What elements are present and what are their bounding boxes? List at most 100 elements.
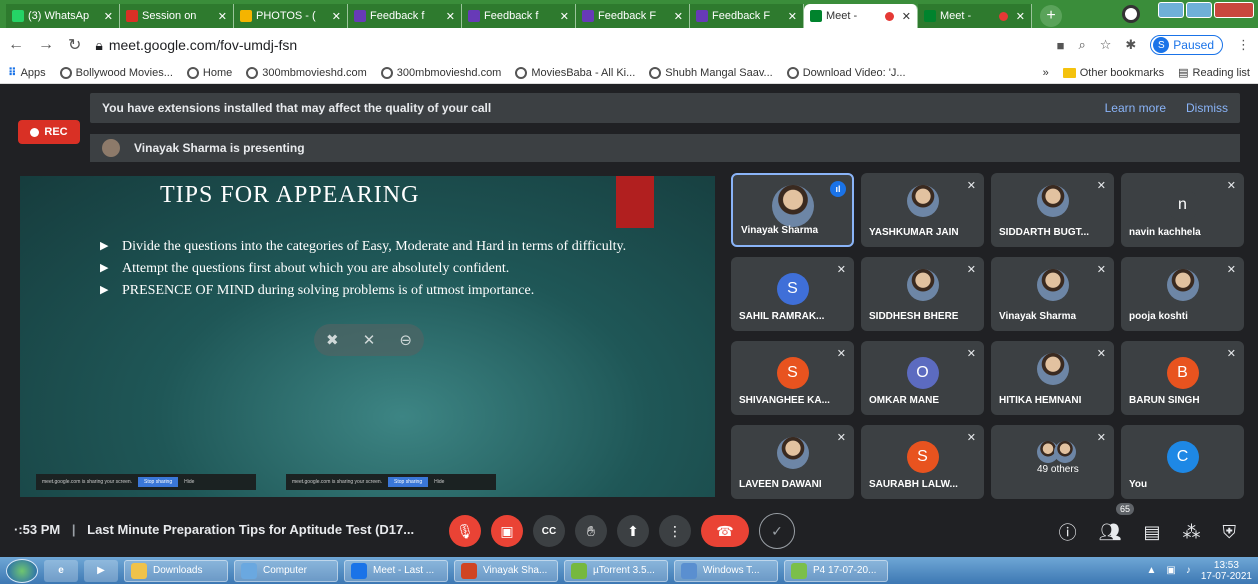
browser-tab[interactable]: (3) WhatsAp ✕ [6, 4, 120, 28]
media-player-icon[interactable]: ▶ [84, 559, 118, 582]
reading-list[interactable]: ▤ Reading list [1178, 66, 1250, 80]
hide-button[interactable]: Hide [434, 479, 444, 485]
clock[interactable]: 13:53 17-07-2021 [1201, 560, 1252, 582]
taskbar-item[interactable]: µTorrent 3.5... [564, 559, 668, 582]
pin-icon[interactable]: ✖ [326, 331, 339, 349]
forward-icon[interactable]: → [38, 36, 54, 54]
participant-tile[interactable]: O ✕ OMKAR MANE [861, 341, 984, 415]
leave-call-button[interactable]: ☎︎ [701, 515, 749, 547]
remove-icon[interactable]: ⊖ [399, 331, 412, 349]
browser-tab[interactable]: Feedback f ✕ [462, 4, 576, 28]
participant-tile[interactable]: ✕ pooja koshti [1121, 257, 1244, 331]
chat-icon[interactable]: ▤ [1143, 522, 1160, 543]
tab-close-icon[interactable]: ✕ [902, 10, 911, 23]
reload-icon[interactable]: ↻ [68, 35, 81, 55]
volume-icon[interactable]: ♪ [1186, 565, 1191, 576]
participant-tile[interactable]: n ✕ navin kachhela [1121, 173, 1244, 247]
present-button[interactable]: ⬆ [617, 515, 649, 547]
bookmark-item[interactable]: Home [186, 66, 232, 79]
meeting-info[interactable]: ·:53 PM | Last Minute Preparation Tips f… [14, 522, 414, 537]
bookmark-apps[interactable]: ⠿ Apps [8, 66, 46, 80]
browser-tab[interactable]: Feedback F ✕ [576, 4, 690, 28]
participant-tile[interactable]: B ✕ BARUN SINGH [1121, 341, 1244, 415]
bookmark-item[interactable]: 300mbmovieshd.com [246, 66, 367, 79]
stop-sharing-button[interactable]: Stop sharing [388, 477, 429, 487]
close-window-button[interactable] [1214, 2, 1254, 18]
network-icon[interactable]: ▣ [1166, 565, 1175, 576]
browser-tab[interactable]: Feedback F ✕ [690, 4, 804, 28]
taskbar-item[interactable]: Windows T... [674, 559, 778, 582]
start-button[interactable] [6, 558, 38, 583]
participant-tile[interactable]: ✕ SIDDHESH BHERE [861, 257, 984, 331]
participant-tile[interactable]: ıl Vinayak Sharma [731, 173, 854, 247]
participant-tile[interactable]: ✕ Vinayak Sharma [991, 257, 1114, 331]
check-button[interactable]: ✓ [759, 513, 795, 549]
participant-tile[interactable]: C You [1121, 425, 1244, 499]
activities-icon[interactable]: ⁂ [1183, 522, 1201, 543]
people-icon[interactable]: 👥︎ [1099, 522, 1122, 543]
stop-sharing-button[interactable]: Stop sharing [138, 477, 179, 487]
hide-button[interactable]: Hide [184, 479, 194, 485]
participant-tile[interactable]: S ✕ SAURABH LALW... [861, 425, 984, 499]
learn-more-link[interactable]: Learn more [1105, 101, 1166, 115]
minimize-button[interactable] [1158, 2, 1184, 18]
participant-tile[interactable]: S ✕ SHIVANGHEE KA... [731, 341, 854, 415]
browser-tab[interactable]: Meet - ✕ [918, 4, 1032, 28]
mute-icon[interactable]: ✕ [363, 331, 376, 349]
address-bar[interactable]: 🔒︎ meet.google.com/fov-umdj-fsn [95, 37, 1042, 54]
tab-close-icon[interactable]: ✕ [446, 10, 455, 23]
more-bookmarks-button[interactable]: » [1043, 67, 1049, 79]
participant-avatar: n [1166, 189, 1199, 221]
bookmark-item[interactable]: Bollywood Movies... [59, 66, 173, 79]
bookmark-item[interactable]: MoviesBaba - All Ki... [515, 66, 635, 79]
tray-arrow-icon[interactable]: ▲ [1146, 565, 1156, 576]
tab-close-icon[interactable]: ✕ [560, 10, 569, 23]
meeting-time: ·:53 PM [14, 522, 61, 537]
camera-button[interactable]: ▣ [491, 515, 523, 547]
dismiss-link[interactable]: Dismiss [1186, 101, 1228, 115]
tab-close-icon[interactable]: ✕ [1016, 10, 1025, 23]
raise-hand-button[interactable]: ✋︎ [575, 515, 607, 547]
back-icon[interactable]: ← [8, 36, 24, 54]
participant-tile[interactable]: S ✕ SAHIL RAMRAK... [731, 257, 854, 331]
browser-tab[interactable]: Meet - ✕ [804, 4, 918, 28]
new-tab-button[interactable]: + [1040, 5, 1062, 27]
maximize-button[interactable] [1186, 2, 1212, 18]
tab-close-icon[interactable]: ✕ [788, 10, 797, 23]
host-controls-icon[interactable]: ⛨ [1223, 522, 1237, 543]
other-bookmarks[interactable]: Other bookmarks [1062, 66, 1165, 79]
participant-tile[interactable]: ✕ SIDDARTH BUGT... [991, 173, 1114, 247]
menu-icon[interactable]: ⋮ [1237, 37, 1250, 53]
camera-icon[interactable]: ■ [1057, 38, 1065, 53]
internet-explorer-icon[interactable]: e [44, 559, 78, 582]
tab-close-icon[interactable]: ✕ [674, 10, 683, 23]
browser-tab[interactable]: PHOTOS - (✕ [234, 4, 348, 28]
extensions-icon[interactable]: ✱ [1125, 37, 1136, 53]
other-bookmarks-label: Other bookmarks [1079, 66, 1165, 79]
browser-tab[interactable]: Feedback f ✕ [348, 4, 462, 28]
tab-close-icon[interactable]: ✕ [218, 10, 227, 23]
participant-tile[interactable]: ✕ YASHKUMAR JAIN [861, 173, 984, 247]
browser-tab[interactable]: Session on ✕ [120, 4, 234, 28]
microphone-button[interactable]: 🎙︎ [449, 515, 481, 547]
more-options-button[interactable]: ⋮ [659, 515, 691, 547]
participant-tile[interactable]: ✕ HITIKA HEMNANI [991, 341, 1114, 415]
bookmark-item[interactable]: Download Video: 'J... [786, 66, 906, 79]
participant-tile[interactable]: ✕ LAVEEN DAWANI [731, 425, 854, 499]
taskbar-item[interactable]: Meet - Last ... [344, 559, 448, 582]
captions-button[interactable]: CC [533, 515, 565, 547]
zoom-icon[interactable]: ⌕ [1078, 37, 1085, 53]
tab-close-icon[interactable]: ✕ [104, 10, 113, 23]
info-icon[interactable]: ⓘ [1059, 519, 1077, 545]
taskbar-item[interactable]: Downloads [124, 559, 228, 582]
star-icon[interactable]: ☆ [1100, 37, 1112, 53]
taskbar-item[interactable]: Vinayak Sha... [454, 559, 558, 582]
chrome-profile-icon[interactable] [1122, 5, 1140, 23]
taskbar-item[interactable]: Computer [234, 559, 338, 582]
profile-button[interactable]: S Paused [1150, 35, 1223, 55]
taskbar-item[interactable]: P4 17-07-20... [784, 559, 888, 582]
bookmark-item[interactable]: 300mbmovieshd.com [380, 66, 501, 79]
bookmark-item[interactable]: Shubh Mangal Saav... [649, 66, 773, 79]
tab-close-icon[interactable]: ✕ [332, 10, 341, 23]
participant-tile[interactable]: ✕ 49 others [991, 425, 1114, 499]
